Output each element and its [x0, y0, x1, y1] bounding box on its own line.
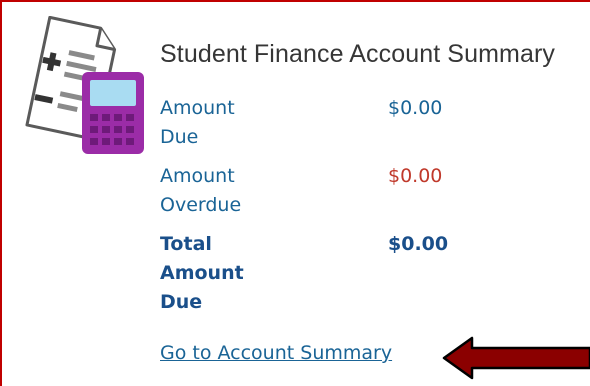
card-title: Student Finance Account Summary: [160, 40, 555, 68]
amount-overdue-row: Amount Overdue $0.00: [160, 162, 580, 220]
red-arrow-left-icon: [442, 336, 590, 380]
total-amount-due-value: $0.00: [388, 233, 449, 255]
balance-summary-table: Amount Due $0.00 Amount Overdue $0.00 To…: [160, 94, 580, 327]
amount-due-label: Amount Due: [160, 97, 235, 148]
amount-due-value: $0.00: [388, 97, 443, 119]
amount-overdue-value: $0.00: [388, 165, 443, 187]
account-summary-panel: Student Finance Account Summary Amount D…: [0, 0, 590, 386]
total-amount-due-label: Total Amount Due: [160, 233, 244, 313]
amount-overdue-label: Amount Overdue: [160, 165, 242, 216]
go-to-account-summary-link[interactable]: Go to Account Summary: [160, 342, 392, 364]
amount-due-row: Amount Due $0.00: [160, 94, 580, 152]
calculator-with-document-icon: [25, 16, 144, 154]
total-amount-due-row: Total Amount Due $0.00: [160, 230, 580, 317]
